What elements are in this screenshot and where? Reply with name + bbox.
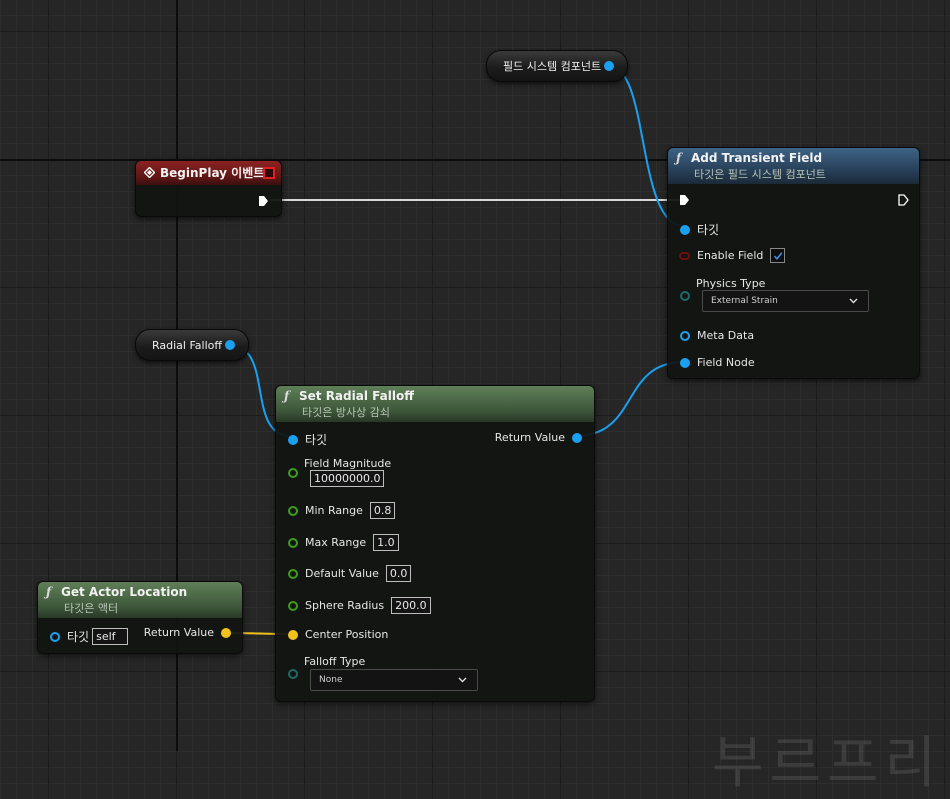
meta-data-pin[interactable] (680, 330, 690, 341)
begin-play-header: BeginPlay 이벤트 (136, 161, 281, 185)
get-actor-location-target-pin[interactable] (50, 631, 60, 642)
field-system-component-node[interactable]: 필드 시스템 컴포넌트 (486, 50, 628, 82)
get-actor-location-return-row: Return Value (144, 626, 231, 639)
add-transient-field-node[interactable]: ƒ Add Transient Field 타깃은 필드 시스템 컴포넌트 타깃… (667, 147, 920, 379)
function-icon: ƒ (284, 389, 290, 403)
radial-falloff-output-pin[interactable] (225, 340, 235, 350)
set-radial-falloff-return-label: Return Value (494, 431, 565, 444)
add-transient-field-target-pin[interactable] (680, 224, 690, 235)
begin-play-event-node[interactable]: BeginPlay 이벤트 (135, 160, 282, 217)
min-range-label: Min Range (305, 504, 363, 517)
field-system-output-pin[interactable] (604, 61, 614, 71)
get-actor-location-return-pin[interactable] (221, 627, 231, 638)
get-actor-location-subtitle: 타깃은 액터 (64, 602, 119, 615)
field-node-label: Field Node (697, 356, 755, 369)
min-range-input[interactable]: 0.8 (369, 502, 396, 519)
max-range-row: Max Range 1.0 (288, 534, 399, 551)
get-actor-location-target-input[interactable]: self (92, 628, 129, 645)
default-value-label: Default Value (305, 567, 379, 580)
enable-field-checkbox[interactable] (770, 248, 786, 263)
get-actor-location-node[interactable]: ƒ Get Actor Location 타깃은 액터 타깃 self Retu… (37, 581, 243, 654)
falloff-type-pin[interactable] (288, 669, 298, 679)
add-transient-field-title: Add Transient Field (691, 151, 823, 165)
set-radial-falloff-target-label: 타깃 (305, 433, 328, 447)
get-actor-location-return-label: Return Value (143, 626, 214, 639)
get-actor-location-header: ƒ Get Actor Location 타깃은 액터 (38, 582, 242, 618)
event-diamond-icon (144, 167, 155, 178)
center-position-pin[interactable] (288, 629, 298, 640)
max-range-label: Max Range (305, 536, 367, 549)
sphere-radius-input[interactable]: 200.0 (391, 597, 431, 614)
get-actor-location-target-row: 타깃 self (50, 628, 129, 645)
default-value-input[interactable]: 0.0 (385, 565, 412, 582)
min-range-row: Min Range 0.8 (288, 502, 396, 519)
add-transient-field-exec-out-pin[interactable] (898, 194, 909, 206)
set-radial-falloff-title: Set Radial Falloff (299, 389, 414, 403)
add-transient-field-target-row: 타깃 (680, 221, 719, 238)
set-radial-falloff-target-row: 타깃 (288, 431, 327, 448)
get-actor-location-title: Get Actor Location (61, 585, 188, 599)
physics-type-label: Physics Type (696, 277, 766, 290)
field-node-pin[interactable] (680, 357, 690, 368)
chevron-down-icon (849, 298, 858, 304)
falloff-type-label: Falloff Type (304, 655, 366, 668)
set-radial-falloff-node[interactable]: ƒ Set Radial Falloff 타깃은 방사상 감쇠 타깃 Retur… (275, 385, 595, 702)
enable-field-pin[interactable] (679, 251, 690, 260)
default-value-pin[interactable] (288, 568, 298, 579)
field-magnitude-label: Field Magnitude (304, 457, 392, 470)
function-icon: ƒ (46, 585, 52, 599)
chevron-down-icon (458, 677, 467, 683)
function-icon: ƒ (676, 151, 682, 165)
add-transient-field-header: ƒ Add Transient Field 타깃은 필드 시스템 컴포넌트 (668, 148, 919, 184)
falloff-type-value: None (319, 675, 343, 685)
radial-falloff-node[interactable]: Radial Falloff (135, 329, 249, 361)
meta-data-label: Meta Data (697, 329, 755, 342)
max-range-input[interactable]: 1.0 (373, 534, 399, 551)
set-radial-falloff-header: ƒ Set Radial Falloff 타깃은 방사상 감쇠 (276, 386, 594, 422)
enable-field-row: Enable Field (679, 248, 786, 263)
begin-play-title: BeginPlay 이벤트 (160, 166, 265, 180)
field-node-row: Field Node (680, 356, 755, 369)
field-system-component-label: 필드 시스템 컴포넌트 (503, 60, 602, 73)
sphere-radius-label: Sphere Radius (305, 599, 385, 612)
center-position-label: Center Position (305, 628, 389, 641)
sphere-radius-pin[interactable] (288, 600, 298, 611)
default-value-row: Default Value 0.0 (288, 565, 412, 582)
meta-data-row: Meta Data (680, 329, 754, 342)
begin-play-exec-out-pin[interactable] (258, 195, 269, 207)
add-transient-field-exec-in-pin[interactable] (679, 194, 690, 206)
min-range-pin[interactable] (288, 505, 298, 516)
field-magnitude-pin[interactable] (288, 468, 298, 478)
checkmark-icon (773, 251, 783, 260)
falloff-type-dropdown[interactable]: None (310, 669, 478, 691)
center-position-row: Center Position (288, 628, 388, 641)
sphere-radius-row: Sphere Radius 200.0 (288, 597, 431, 614)
enable-field-label: Enable Field (697, 249, 764, 262)
physics-type-pin[interactable] (680, 291, 690, 301)
add-transient-field-target-label: 타깃 (697, 223, 720, 237)
set-radial-falloff-return-row: Return Value (495, 431, 582, 444)
delegate-pin-icon[interactable] (263, 167, 275, 179)
set-radial-falloff-subtitle: 타깃은 방사상 감쇠 (302, 406, 390, 419)
get-actor-location-target-label: 타깃 (67, 630, 90, 644)
set-radial-falloff-return-pin[interactable] (572, 432, 582, 443)
radial-falloff-label: Radial Falloff (152, 338, 222, 352)
field-magnitude-input[interactable]: 10000000.0 (310, 470, 385, 487)
physics-type-dropdown[interactable]: External Strain (702, 290, 869, 312)
max-range-pin[interactable] (288, 537, 298, 548)
add-transient-field-subtitle: 타깃은 필드 시스템 컴포넌트 (694, 168, 826, 181)
watermark: 부르프리 (712, 731, 943, 796)
set-radial-falloff-target-pin[interactable] (288, 434, 298, 445)
physics-type-value: External Strain (711, 296, 778, 306)
